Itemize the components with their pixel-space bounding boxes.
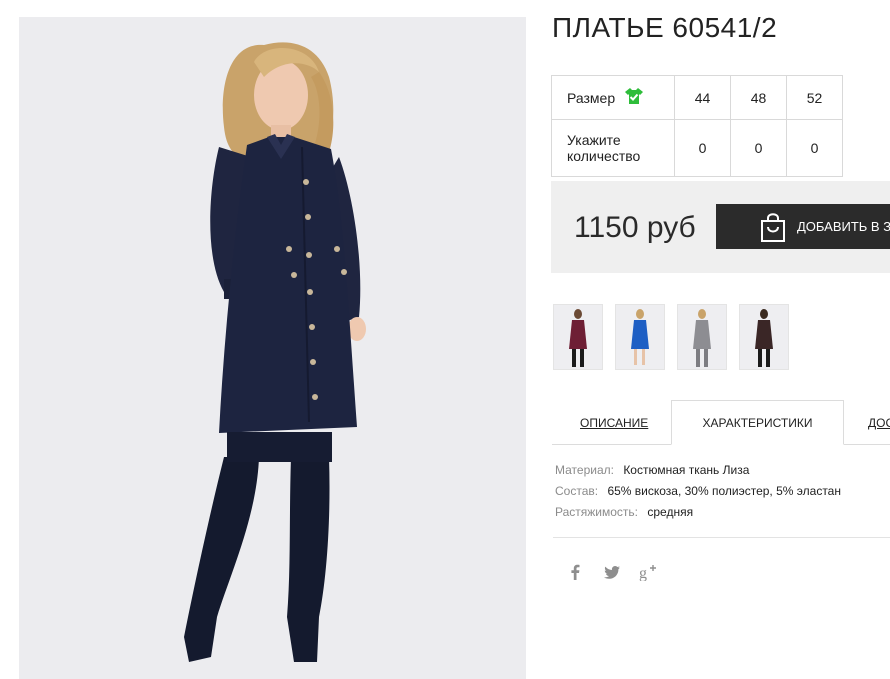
shopping-bag-icon	[759, 211, 787, 243]
share-divider	[553, 537, 890, 538]
model-illustration	[184, 42, 366, 662]
size-label: Размер	[567, 89, 616, 106]
twitter-icon[interactable]	[602, 562, 622, 582]
thumbnail-grey[interactable]	[677, 304, 727, 370]
size-48: 48	[730, 75, 787, 120]
size-row: Размер 44 48 52	[551, 75, 843, 120]
add-to-order-button[interactable]: ДОБАВИТЬ В ЗАКАЗ	[716, 204, 890, 249]
product-title: ПЛАТЬЕ 60541/2	[552, 12, 778, 43]
price: 1150 руб	[574, 211, 696, 244]
facebook-icon[interactable]	[565, 562, 585, 582]
quantity-row: Укажите количество 0 0 0	[551, 119, 843, 177]
quantity-input-44[interactable]: 0	[674, 119, 731, 177]
svg-text:g: g	[639, 565, 647, 581]
product-main-photo[interactable]	[19, 17, 526, 679]
size-52: 52	[786, 75, 843, 120]
price-panel: 1150 руб ДОБАВИТЬ В ЗАКАЗ	[551, 181, 890, 273]
add-to-order-label: ДОБАВИТЬ В ЗАКАЗ	[797, 219, 890, 234]
characteristic-value: 65% вискоза, 30% полиэстер, 5% эластан	[607, 484, 841, 498]
characteristics-list: Материал: Костюмная ткань Лиза Состав: 6…	[555, 463, 841, 526]
quantity-input-48[interactable]: 0	[730, 119, 787, 177]
characteristic-key: Растяжимость:	[555, 505, 639, 519]
characteristic-key: Материал:	[555, 463, 614, 477]
quantity-input-52[interactable]: 0	[786, 119, 843, 177]
size-44: 44	[674, 75, 731, 120]
size-quantity-table: Размер 44 48 52 Укажите количество 0 0 0	[551, 75, 843, 177]
size-label-cell: Размер	[551, 75, 675, 120]
characteristic-key: Состав:	[555, 484, 599, 498]
green-dress-check-icon[interactable]	[624, 87, 644, 108]
characteristic-material: Материал: Костюмная ткань Лиза	[555, 463, 841, 484]
characteristic-composition: Состав: 65% вискоза, 30% полиэстер, 5% э…	[555, 484, 841, 505]
quantity-label-cell: Укажите количество	[551, 119, 675, 177]
characteristic-stretch: Растяжимость: средняя	[555, 505, 841, 526]
tab-characteristics[interactable]: ХАРАКТЕРИСТИКИ	[671, 400, 844, 445]
product-tabs: ОПИСАНИЕ ХАРАКТЕРИСТИКИ ДОСТАВКА	[552, 400, 890, 445]
characteristic-value: средняя	[647, 505, 694, 519]
tab-delivery[interactable]: ДОСТАВКА	[868, 400, 890, 445]
tab-description[interactable]: ОПИСАНИЕ	[580, 400, 648, 445]
thumbnail-dark-brown[interactable]	[739, 304, 789, 370]
thumbnail-blue[interactable]	[615, 304, 665, 370]
thumbnail-burgundy[interactable]	[553, 304, 603, 370]
quantity-label: Укажите количество	[567, 132, 641, 164]
characteristic-value: Костюмная ткань Лиза	[623, 463, 750, 477]
google-plus-icon[interactable]: g	[639, 562, 659, 582]
